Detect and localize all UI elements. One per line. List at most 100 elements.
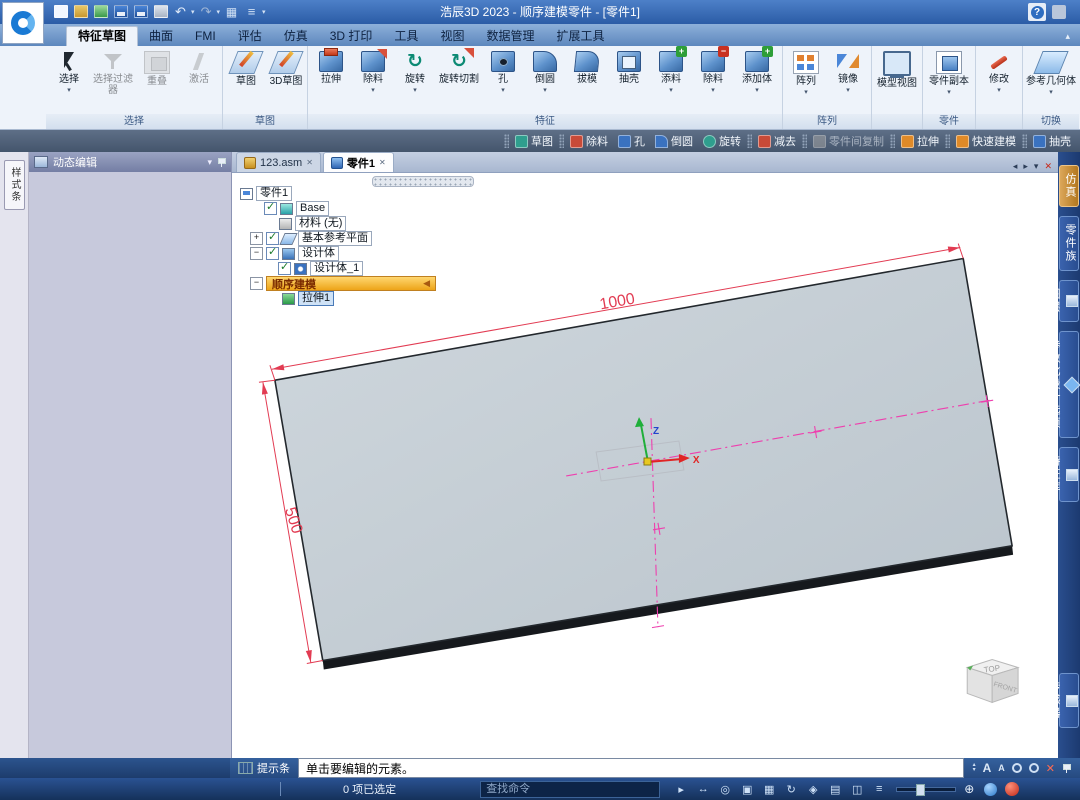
- pattern-button[interactable]: 阵列: [785, 48, 827, 114]
- activate-button[interactable]: 激活: [178, 48, 220, 114]
- dock-tab-part-family[interactable]: 零件族: [1059, 216, 1079, 271]
- close-tab-icon[interactable]: [306, 158, 313, 167]
- revolve-button[interactable]: 旋转: [394, 48, 436, 114]
- help-button[interactable]: [1028, 3, 1046, 21]
- quick-interpart-copy[interactable]: 零件间复制: [808, 133, 889, 149]
- dock-tab-layers[interactable]: 图层: [1059, 280, 1079, 322]
- tree-root-row[interactable]: 零件1: [240, 186, 436, 201]
- quick-shell[interactable]: 抽壳: [1028, 133, 1076, 149]
- reference-geometry-button[interactable]: 参考几何体: [1025, 48, 1077, 114]
- zoom-icon[interactable]: ◎: [718, 783, 732, 796]
- rotate-view-icon[interactable]: ↻: [784, 783, 798, 796]
- dynamic-edit-body[interactable]: [29, 172, 231, 758]
- dock-tab-parametric-options[interactable]: 参数化设计选项: [1059, 331, 1079, 438]
- expand-icon[interactable]: [250, 232, 263, 245]
- customize-toolbar-icon[interactable]: [243, 3, 260, 20]
- collapse-icon[interactable]: [250, 277, 263, 290]
- pin-prompt-icon[interactable]: [1062, 764, 1071, 773]
- display-options-icon[interactable]: ≡: [872, 783, 886, 795]
- zoom-area-icon[interactable]: ▣: [740, 783, 754, 796]
- tree-row-material[interactable]: 材料 (无): [279, 216, 436, 231]
- shell-button[interactable]: 抽壳: [608, 48, 650, 114]
- quick-revolve[interactable]: 旋转: [698, 133, 746, 149]
- collapse-icon[interactable]: [250, 247, 263, 260]
- remove-material-button[interactable]: 除料: [692, 48, 734, 114]
- add-body-button[interactable]: 添加体: [734, 48, 780, 114]
- fit-view-icon[interactable]: ▦: [762, 783, 776, 796]
- revolve-cut-button[interactable]: 旋转切割: [436, 48, 482, 114]
- status-indicator-blue[interactable]: [984, 783, 997, 796]
- window-layout-icon[interactable]: ◫: [850, 783, 864, 796]
- command-search-input[interactable]: [480, 781, 660, 798]
- quick-sketch[interactable]: 草图: [510, 133, 558, 149]
- undo-icon[interactable]: [172, 3, 189, 20]
- undo-menu-icon[interactable]: ▾: [191, 8, 195, 16]
- mirror-button[interactable]: 镜像: [827, 48, 869, 114]
- dock-tab-feature-library[interactable]: 特征库: [1059, 447, 1079, 502]
- zoom-in-icon[interactable]: [964, 782, 974, 796]
- tab-fmi[interactable]: FMI: [184, 27, 227, 46]
- close-prompt-icon[interactable]: [1046, 762, 1055, 775]
- quick-round[interactable]: 倒圆: [650, 133, 698, 149]
- add-material-button[interactable]: 添料: [650, 48, 692, 114]
- quick-cut[interactable]: 除料: [565, 133, 613, 149]
- quick-subtract[interactable]: 减去: [753, 133, 801, 149]
- part-copy-button[interactable]: 零件副本: [925, 48, 973, 114]
- tree-row-sequential[interactable]: 顺序建模: [250, 276, 436, 291]
- next-tab-icon[interactable]: [1023, 161, 1028, 172]
- style-bar-tab[interactable]: 样式条: [4, 160, 25, 210]
- base-checkbox[interactable]: [264, 202, 277, 215]
- prev-tab-icon[interactable]: [1013, 161, 1018, 172]
- cut-button[interactable]: 除料: [352, 48, 394, 114]
- pan-icon[interactable]: ↔: [696, 783, 710, 795]
- tab-extensions[interactable]: 扩展工具: [545, 27, 615, 46]
- tab-surface[interactable]: 曲面: [138, 27, 184, 46]
- round-button[interactable]: 倒圆: [524, 48, 566, 114]
- collapse-ribbon-icon[interactable]: [1065, 27, 1070, 46]
- plate-top-face[interactable]: [275, 259, 1012, 661]
- pin-icon[interactable]: [217, 158, 226, 167]
- hole-button[interactable]: 孔: [482, 48, 524, 114]
- quick-extrude[interactable]: 拉伸: [896, 133, 944, 149]
- tree-row-design-body-1[interactable]: 设计体_1: [278, 261, 436, 276]
- sequential-modeling-bar[interactable]: 顺序建模: [266, 276, 436, 291]
- dock-tab-sensors[interactable]: 传感器: [1059, 673, 1079, 728]
- tree-row-design-body[interactable]: 设计体: [250, 246, 436, 261]
- tree-row-base[interactable]: Base: [264, 201, 436, 216]
- quick-rapid-modeling[interactable]: 快速建模: [951, 133, 1021, 149]
- redo-icon[interactable]: [198, 3, 215, 20]
- tree-row-ref-planes[interactable]: 基本参考平面: [250, 231, 436, 246]
- sheet-icon[interactable]: [223, 3, 240, 20]
- tab-feature-sketch[interactable]: 特征草图: [66, 26, 138, 46]
- viewport-area[interactable]: 零件1 Base 材料 (无) 基本参考: [232, 172, 1058, 758]
- zoom-slider[interactable]: [896, 787, 956, 792]
- design-body-checkbox[interactable]: [266, 247, 279, 260]
- sketch-button[interactable]: 草图: [225, 48, 267, 114]
- ref-planes-checkbox[interactable]: [266, 232, 279, 245]
- open-file-icon[interactable]: [72, 3, 89, 20]
- select-mode-icon[interactable]: ▸: [674, 783, 688, 796]
- status-indicator-red[interactable]: [1005, 782, 1019, 796]
- overlap-button[interactable]: 重叠: [136, 48, 178, 114]
- quick-hole[interactable]: 孔: [613, 133, 650, 149]
- save-icon[interactable]: [112, 3, 129, 20]
- close-document-icon[interactable]: [1044, 161, 1052, 172]
- font-decrease-icon[interactable]: [998, 763, 1005, 773]
- look-at-face-icon[interactable]: ◈: [806, 783, 820, 796]
- close-tab-icon[interactable]: [379, 158, 386, 167]
- prompt-spinner[interactable]: [973, 763, 976, 773]
- select-button[interactable]: 选择: [48, 48, 90, 114]
- rollback-arrow-icon[interactable]: [423, 278, 430, 289]
- panel-menu-icon[interactable]: [207, 157, 212, 168]
- tab-3d-print[interactable]: 3D 打印: [319, 27, 384, 46]
- doc-tab-assembly[interactable]: 123.asm: [236, 152, 321, 172]
- tab-evaluate[interactable]: 评估: [227, 27, 273, 46]
- zoom-slider-thumb[interactable]: [916, 784, 925, 796]
- tree-row-extrude-1[interactable]: 拉伸1: [282, 291, 436, 306]
- app-logo[interactable]: [2, 2, 44, 44]
- tab-data-management[interactable]: 数据管理: [475, 27, 545, 46]
- model-view-button[interactable]: 模型视图: [874, 48, 920, 114]
- dock-tab-simulation[interactable]: 仿真: [1059, 165, 1079, 207]
- prompt-option-icon[interactable]: [1012, 763, 1022, 773]
- doc-tab-part[interactable]: 零件1: [323, 152, 394, 172]
